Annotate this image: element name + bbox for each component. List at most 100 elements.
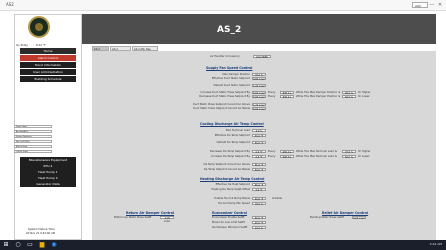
top-label: Go Today [16,44,28,47]
return-damper-value[interactable]: -0.05 in/wc [160,216,174,223]
return-damper-header: Return Air Damper Control [126,211,175,215]
return-damper-label: Bottom Up Static Press SetPt [114,216,152,219]
supply-fan-row-label: Decrease Duct Static Press Setpoint By [199,95,250,98]
condition-label: Or Lower [358,95,370,98]
supply-fan-row-label: Increase Duct Static Press Setpoint By [200,91,250,94]
heating-row-value[interactable]: 65.0 °F [252,183,266,187]
task-view-icon[interactable]: ▭ [26,241,34,249]
heating-row-label: Effective Da Heat Setpoint [215,183,250,186]
cooling-row-value[interactable]: 50.0 °F [252,168,266,172]
occupancy-label: Air Handler Occupancy [210,55,240,58]
title-bar: AS2 AS2 — ✕ [0,0,446,11]
cooling-row-value[interactable]: 0.5 °F [252,155,266,159]
while-label: While The Max Damper Position Is [296,91,341,94]
seal-logo-icon [28,16,50,38]
footer-time: 20 Nov 21 9:44:46 AM [26,232,55,235]
every-value[interactable]: 600.0 s [280,91,294,95]
view-dropdown[interactable]: AS2 [412,2,428,8]
heating-header: Heating Discharge Air Temp Control [200,177,265,181]
while-label: While The Max Terminal Load Is [296,155,337,158]
cooling-row-label: Da Temp Setpoint Cannot Go Above [203,163,250,166]
cooling-row-label: Max Terminal Load [225,129,250,132]
nav-users-button[interactable]: User Administration [20,69,76,75]
supply-fan-row-value[interactable]: 1.20 in/wc [252,103,266,107]
page-title: AS_2 [217,25,242,35]
top-value: 8:24 °F [36,44,46,47]
heating-row-label: Enable Ha Coil Pump Below [214,197,250,200]
select-air-handlers[interactable]: Air Handlers [14,130,52,133]
search-icon[interactable]: ○ [14,241,22,249]
relief-damper-value[interactable]: 0.05 in/wc [352,216,366,220]
select-chiller[interactable]: Chiller Plant [14,150,52,153]
cooling-header: Cooling Discharge Air Temp Control [200,122,264,126]
every-value[interactable]: 600.0 s [280,155,294,159]
nav-generator-button[interactable]: Generator Data [20,181,76,187]
heating-row-label: Heating Da Temp Setpt Offset [211,188,250,191]
heating-row-value[interactable]: 70.0 % [252,202,266,206]
nav-schedule-button[interactable]: Building Schedule [20,76,76,82]
while-label: While The Max Terminal Load Is [296,150,337,153]
minimize-button[interactable]: — [428,1,436,9]
select-fan-coil[interactable]: Fan Coil Units [14,140,52,143]
every-label: Every [268,150,276,153]
cooling-row-value[interactable]: 65.0 °F [252,163,266,167]
explorer-icon[interactable]: ▆ [38,241,46,249]
supply-fan-row-value[interactable]: 0.05 in/wc [252,91,266,95]
cooling-row-label: Effective Da Temp Setpoint [214,134,250,137]
heating-row-label: Ha Coil Pump Min Speed [218,202,250,205]
while-value[interactable]: 50.0 % [342,155,356,159]
economizer-row-value[interactable]: 10.0 % [252,226,266,230]
every-label: Every [268,95,276,98]
nav-trend-button[interactable]: Trend Information [20,62,76,68]
supply-fan-row-value[interactable]: 0.05 in/wc [252,95,266,99]
supply-fan-row-value[interactable]: 70.0 % [252,73,266,77]
heating-row-value[interactable]: 40.0 °F [252,197,266,201]
supply-fan-row-label: Default Duct Static Setpoint [213,84,250,87]
economizer-row-label: Oa Damper Minimum SetPt [212,226,248,229]
cooling-row-value[interactable]: 55.0 °F [252,134,266,138]
occupancy-value: OCCUPIED [253,55,271,59]
footer-label: System Data & Time [28,228,55,231]
every-label: Every [268,155,276,158]
heating-row-value[interactable]: 5.0 °F [252,188,266,192]
economizer-row-label: Mixed Air Low Limit SetPt [212,221,245,224]
condition-label: Or Higher [358,91,371,94]
app-window: AS2 AS2 — ✕ Go Today 8:24 °F Home Alarm … [0,0,446,240]
select-steam[interactable]: Steam Systems [14,135,52,138]
select-floor-plans[interactable]: Floor Plans [14,125,52,128]
every-value[interactable]: 600.0 s [280,150,294,154]
window-title: AS2 [6,2,14,7]
browser-icon[interactable]: ◉ [50,241,58,249]
clock: 9:44 AM [429,242,442,246]
supply-fan-header: Supply Fan Speed Control [206,66,253,70]
select-boiler[interactable]: Boiler Plant [14,145,52,148]
economizer-header: Economizer Control [212,211,248,215]
every-value[interactable]: 600.0 s [280,95,294,99]
supply-fan-row-value[interactable]: 0.80 in/wc [252,77,266,81]
supply-fan-row-value[interactable]: 1.00 in/wc [252,84,266,88]
cooling-row-value[interactable]: 0.0 % [252,129,266,133]
while-value[interactable]: 90.0 % [342,91,356,95]
while-value[interactable]: 70.0 % [342,150,356,154]
cooling-row-label: Default Da Temp Setpoint [216,141,250,144]
nav-home-button[interactable]: Home [20,48,76,54]
cooling-row-label: Increase Da Temp Setpoint By [211,155,250,158]
relief-damper-label: Building Static Press SetPt [310,216,345,219]
economizer-row-value[interactable]: 55.0 °F [252,216,266,220]
condition-label: Or Lower [358,155,370,158]
cooling-row-value[interactable]: 0.5 °F [252,150,266,154]
cooling-row-value[interactable]: 55.0 °F [252,141,266,145]
economizer-row-value[interactable]: 45.0 °F [252,221,266,225]
while-label: While The Max Damper Position Is [296,95,341,98]
while-value[interactable]: 60.0 % [342,95,356,99]
supply-fan-row-label: Duct Static Press Setpoint Cannot Go Abo… [192,103,250,106]
supply-fan-row-value[interactable]: 0.60 in/wc [252,107,266,111]
close-button[interactable]: ✕ [436,1,444,9]
start-icon[interactable]: ⊞ [2,241,10,249]
condition-label: Or Higher [358,150,371,153]
supply-fan-row-label: Max Damper Position [222,73,250,76]
cooling-row-label: Da Temp Setpoint Cannot Go Below [203,168,250,171]
relief-damper-header: Relief Air Damper Control [322,211,369,215]
nav-alarm-button[interactable]: Alarm Control [20,55,76,61]
supply-fan-row-label: Effective Duct Static Setpoint [211,77,250,80]
